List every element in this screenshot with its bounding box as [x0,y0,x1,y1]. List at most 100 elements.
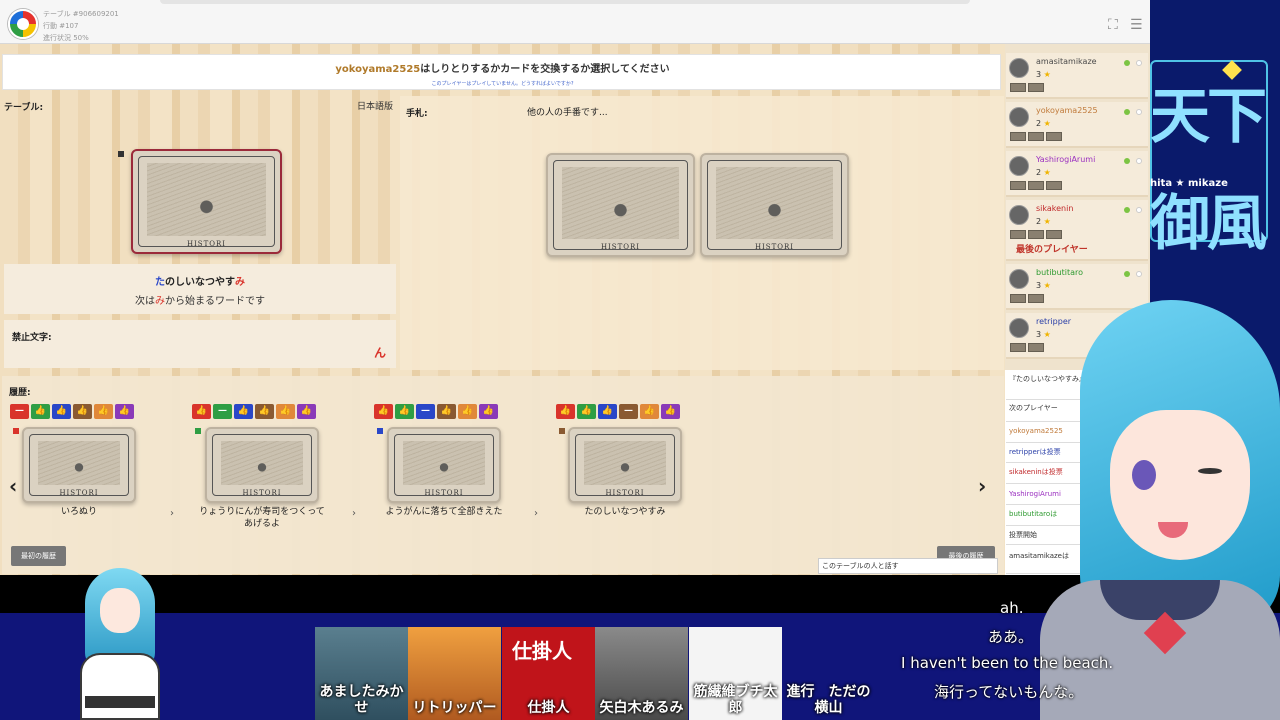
player-card[interactable]: YashirogiArumi 2 ★ [1006,151,1148,197]
thumbs-up-icon[interactable]: 👍 [52,404,71,419]
table-label: テーブル: [4,103,44,113]
thumbs-up-icon[interactable]: 👍 [458,404,477,419]
site-logo-icon[interactable] [8,9,38,39]
participant-name: 仕掛人 [527,700,570,716]
vote-row: 👍 👍 — 👍 👍 👍 [374,404,498,419]
history-color-tag [13,428,19,434]
logo-glyph-2: 下 [1207,82,1267,152]
history-card[interactable]: HISTORI [22,427,136,503]
player-name[interactable]: butibutitaro [1036,268,1083,277]
prompt-player[interactable]: yokoyama2525 [335,64,420,75]
card-illustration [584,441,666,485]
banned-label: 禁止文字: [12,333,52,343]
thumbs-up-icon[interactable]: 👍 [395,404,414,419]
player-score: 3 ★ [1036,70,1051,79]
history-prev-arrow[interactable]: ‹ [9,474,17,498]
logo-glyph-1: 天 [1150,82,1210,152]
card-illustration [147,163,266,236]
menu-icon[interactable]: ☰ [1130,17,1143,33]
thumbs-up-icon[interactable]: 👍 [255,404,274,419]
flag-jp-icon [1136,271,1142,277]
subtitle-line-1: ah. [1000,599,1024,617]
participant-name: 筋繊維ブチ太郎 [693,684,778,716]
history-card[interactable]: HISTORI [568,427,682,503]
last-player-tag: 最後のプレイヤー [1016,245,1088,255]
thumbs-up-icon[interactable]: 👍 [276,404,295,419]
player-avatar [1009,156,1029,176]
player-name[interactable]: sikakenin [1036,204,1073,213]
history-arrow-icon: › [534,508,538,519]
star-icon: ★ [1043,281,1051,290]
player-hand-mini [1010,294,1044,303]
thumbs-up-icon[interactable]: 👍 [31,404,50,419]
first-history-button[interactable]: 最初の履歴 [11,546,66,566]
history-word: たのしいなつやすみ [584,507,666,517]
hand-label: 手札: [406,109,428,119]
prompt-text: はしりとりするかカードを交換するか選択してください [420,64,670,75]
card-illustration [716,167,833,239]
thumbs-up-icon[interactable]: 👍 [479,404,498,419]
vote-row: 👍 — 👍 👍 👍 👍 [192,404,316,419]
player-avatar [1009,205,1029,225]
player-avatar [1009,58,1029,78]
hand-card[interactable]: HISTORI [700,153,849,257]
player-avatar [1009,107,1029,127]
player-card[interactable]: sikakenin 2 ★ 最後のプレイヤー [1006,200,1148,261]
player-name[interactable]: YashirogiArumi [1036,155,1095,164]
card-brand: HISTORI [186,240,227,248]
hand-card[interactable]: HISTORI [546,153,695,257]
thumbs-up-icon[interactable]: 👍 [556,404,575,419]
vote-selected-button[interactable]: — [619,404,638,419]
vote-selected-button[interactable]: — [10,404,29,419]
thumbs-up-icon[interactable]: 👍 [640,404,659,419]
player-card[interactable]: amasitamikaze 3 ★ [1006,53,1148,99]
online-status-icon [1124,158,1130,164]
flag-jp-icon [1136,60,1142,66]
vote-row: — 👍 👍 👍 👍 👍 [10,404,134,419]
thumbs-up-icon[interactable]: 👍 [115,404,134,419]
current-word: たのしいなつやすみ [155,277,245,288]
history-next-arrow[interactable]: › [978,474,986,498]
history-card[interactable]: HISTORI [387,427,501,503]
thumbs-up-icon[interactable]: 👍 [577,404,596,419]
thumbs-up-icon[interactable]: 👍 [94,404,113,419]
action-prompt: yokoyama2525はしりとりするかカードを交換するか選択してください この… [2,54,1001,90]
participant-tile: あましたみかせ [315,627,408,720]
player-score: 2 ★ [1036,217,1051,226]
player-card[interactable]: yokoyama2525 2 ★ [1006,102,1148,148]
thumbs-up-icon[interactable]: 👍 [192,404,211,419]
chat-input[interactable]: このテーブルの人と話す [818,558,998,574]
player-name[interactable]: amasitamikaze [1036,57,1097,66]
card-illustration [403,441,485,485]
action-number: 行動 #107 [43,22,79,30]
prompt-note[interactable]: このプレイヤーはプレイしていません。どうすればよいですか? [3,80,1002,87]
history-arrow-icon: › [170,508,174,519]
url-bar[interactable] [160,0,970,4]
next-char-hint: 次はみから始まるワードです [135,296,265,307]
language-label: 日本語版 [357,102,394,112]
vote-selected-button[interactable]: — [213,404,232,419]
thumbs-up-icon[interactable]: 👍 [437,404,456,419]
thumbs-up-icon[interactable]: 👍 [374,404,393,419]
thumbs-up-icon[interactable]: 👍 [661,404,680,419]
player-score: 2 ★ [1036,119,1051,128]
subtitle-line-2: ああ。 [988,628,1034,646]
player-hand-mini [1010,181,1062,190]
vote-selected-button[interactable]: — [416,404,435,419]
history-card[interactable]: HISTORI [205,427,319,503]
fullscreen-icon[interactable]: ⛶ [1108,17,1118,33]
history-color-tag [559,428,565,434]
history-label: 履歴: [9,388,31,398]
thumbs-up-icon[interactable]: 👍 [598,404,617,419]
thumbs-up-icon[interactable]: 👍 [297,404,316,419]
thumbs-up-icon[interactable]: 👍 [234,404,253,419]
channel-logo-text: hita ★ mikaze [1150,178,1228,189]
player-hand-mini [1010,83,1044,92]
current-word-box: たのしいなつやすみ 次はみから始まるワードです [4,264,396,314]
table-card[interactable]: HISTORI [131,149,282,254]
player-name[interactable]: yokoyama2525 [1036,106,1098,115]
thumbs-up-icon[interactable]: 👍 [73,404,92,419]
player-hand-mini [1010,230,1062,239]
participant-badge: 仕掛人 [512,639,572,663]
participant-tile: リトリッパー [408,627,501,720]
